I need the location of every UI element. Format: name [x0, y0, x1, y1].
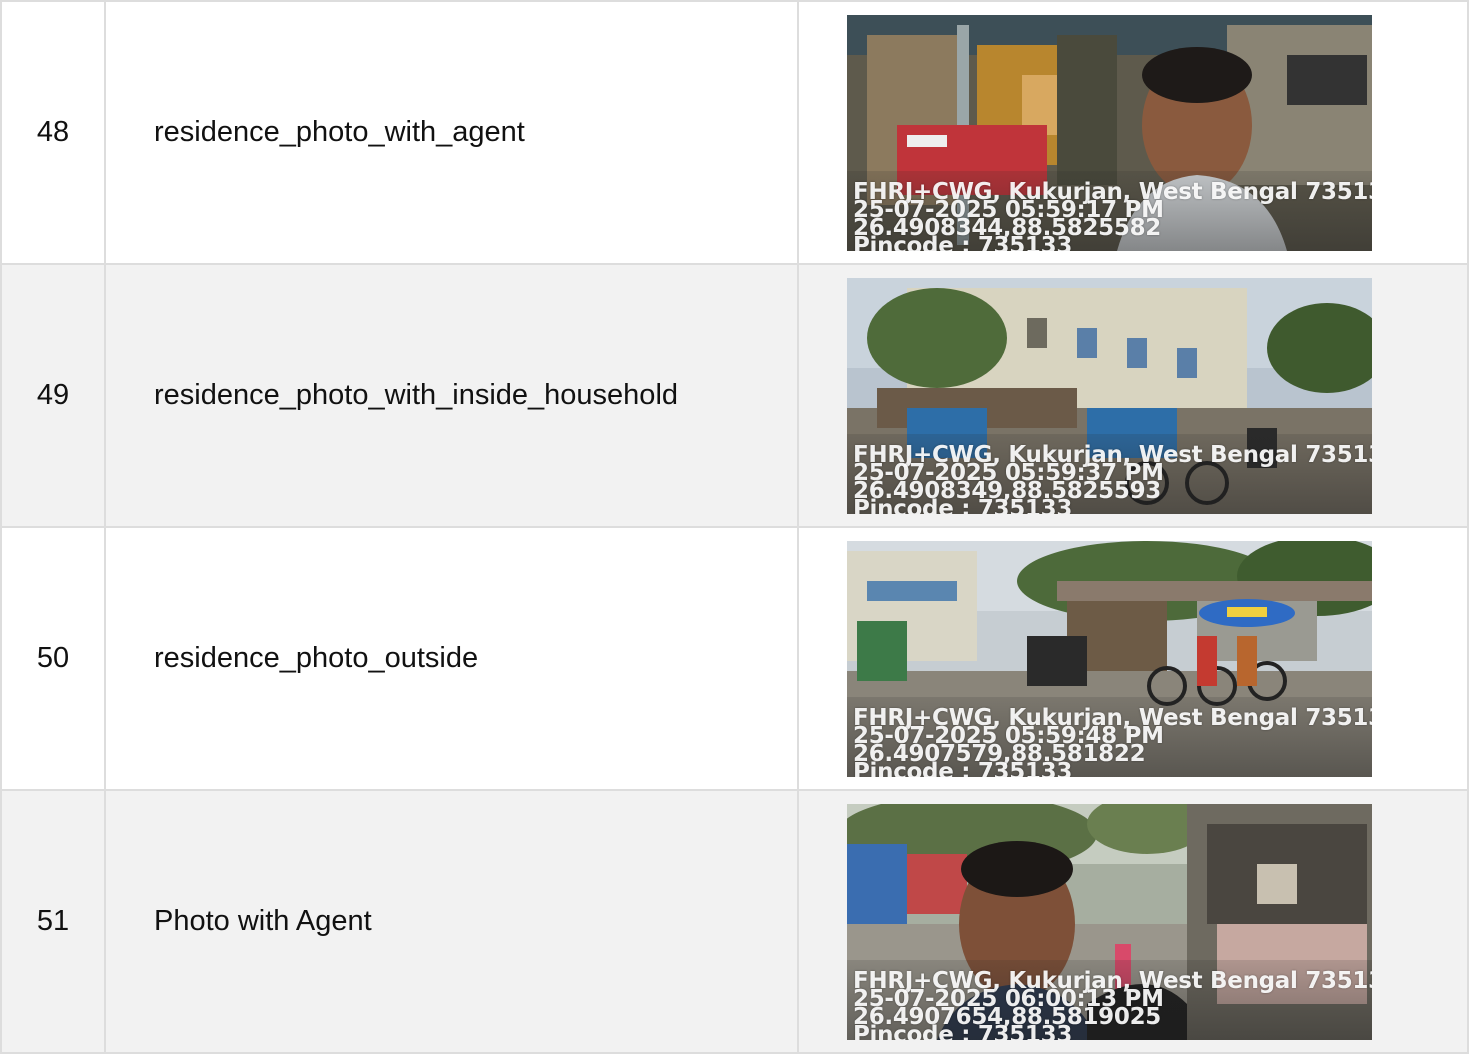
geotag-stamp: FHRJ+CWG, Kukurjan, West Bengal 735133, …: [853, 969, 1372, 1040]
photo-with-agent[interactable]: FHRJ+CWG, Kukurjan, West Bengal 735133, …: [847, 803, 1372, 1040]
row-label: residence_photo_with_inside_household: [104, 263, 799, 528]
row-label: residence_photo_with_agent: [104, 0, 799, 265]
photo-cell: FHRJ+CWG, Kukurjan, West Bengal 735133, …: [797, 263, 1469, 528]
table-row: 51 Photo with Agent FHRJ+CWG, Kukurjan, …: [0, 789, 1469, 1054]
row-number: 48: [0, 0, 106, 265]
geotag-stamp: FHRJ+CWG, Kukurjan, West Bengal 735133, …: [853, 180, 1372, 251]
row-number: 49: [0, 263, 106, 528]
photo-cell: FHRJ+CWG, Kukurjan, West Bengal 735133, …: [797, 0, 1469, 265]
photo-table: 48 residence_photo_with_agent FHRJ+CWG, …: [0, 0, 1469, 1054]
geotag-stamp: FHRJ+CWG, Kukurjan, West Bengal 735133, …: [853, 443, 1372, 514]
table-row: 48 residence_photo_with_agent FHRJ+CWG, …: [0, 0, 1469, 265]
geotag-stamp: FHRJ+CWG, Kukurjan, West Bengal 735133, …: [853, 706, 1372, 777]
photo-cell: FHRJ+CWG, Kukurjan, West Bengal 735133, …: [797, 789, 1469, 1054]
row-label: residence_photo_outside: [104, 526, 799, 791]
residence-photo-outside[interactable]: FHRJ+CWG, Kukurjan, West Bengal 735133, …: [847, 540, 1372, 777]
row-label: Photo with Agent: [104, 789, 799, 1054]
table-row: 49 residence_photo_with_inside_household: [0, 263, 1469, 528]
residence-photo-with-agent[interactable]: FHRJ+CWG, Kukurjan, West Bengal 735133, …: [847, 14, 1372, 251]
photo-cell: FHRJ+CWG, Kukurjan, West Bengal 735133, …: [797, 526, 1469, 791]
row-number: 51: [0, 789, 106, 1054]
residence-photo-with-inside-household[interactable]: FHRJ+CWG, Kukurjan, West Bengal 735133, …: [847, 277, 1372, 514]
row-number: 50: [0, 526, 106, 791]
table-row: 50 residence_photo_outside FHRJ+CWG, Kuk…: [0, 526, 1469, 791]
